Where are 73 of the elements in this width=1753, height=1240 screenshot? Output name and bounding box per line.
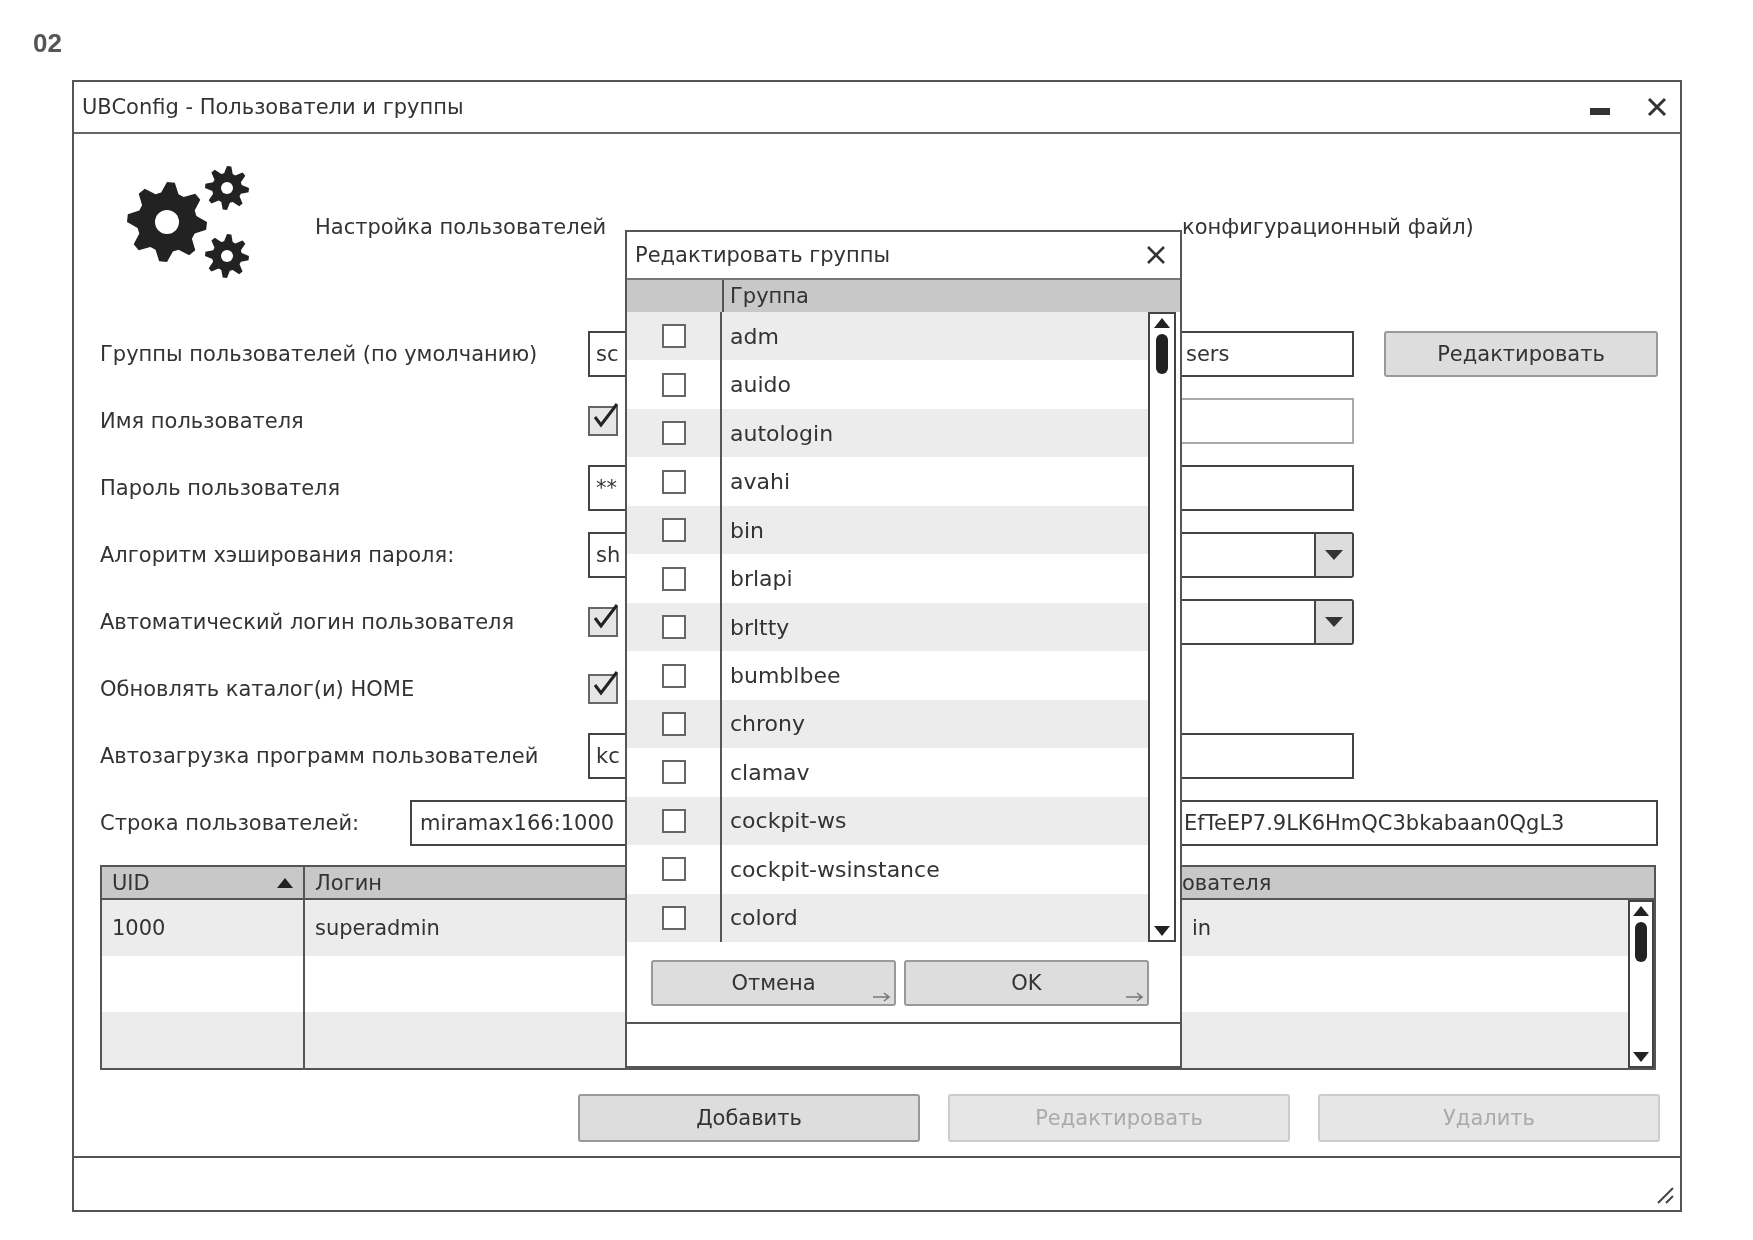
- checkbox[interactable]: [661, 905, 686, 930]
- table-cell: 1000: [102, 900, 305, 956]
- dialog-button[interactable]: OK: [904, 960, 1149, 1006]
- group-name: chrony: [729, 711, 806, 737]
- checkbox[interactable]: [661, 857, 686, 882]
- group-name: bin: [729, 517, 765, 543]
- field-label: Обновлять каталог(и) HOME: [100, 677, 416, 701]
- column-header[interactable]: Логин: [305, 867, 625, 898]
- description-text: Настройка пользователей: [315, 214, 608, 239]
- group-name: brltty: [729, 614, 790, 640]
- checkbox[interactable]: [661, 760, 686, 785]
- checkbox[interactable]: [661, 808, 686, 833]
- group-name: auido: [729, 372, 791, 398]
- input-field[interactable]: miramax166:1000: [410, 800, 625, 846]
- scroll-thumb[interactable]: [1156, 334, 1168, 374]
- close-icon[interactable]: [1646, 96, 1668, 118]
- dialog-title: Редактировать группы: [635, 243, 891, 267]
- table-cell-text: superadmin: [314, 915, 441, 942]
- checkbox[interactable]: [588, 674, 618, 704]
- checkbox[interactable]: [661, 615, 686, 640]
- scroll-down-icon[interactable]: [1633, 1052, 1649, 1062]
- column-header[interactable]: Группа: [724, 280, 809, 312]
- group-name: clamav: [729, 759, 810, 785]
- group-name: adm: [729, 323, 779, 349]
- group-name: cockpit-ws: [729, 808, 847, 834]
- caret-icon: [1325, 617, 1343, 627]
- group-name: brlapi: [729, 566, 793, 592]
- group-name: bumblbee: [729, 663, 841, 688]
- close-icon[interactable]: [1146, 245, 1166, 265]
- scrollbar[interactable]: [1628, 900, 1654, 1068]
- field-label: Пароль пользователя: [100, 476, 342, 500]
- arrow-icon: [872, 990, 892, 1002]
- scroll-thumb[interactable]: [1635, 922, 1647, 962]
- column-header[interactable]: UID: [102, 867, 305, 898]
- checkbox[interactable]: [661, 566, 686, 591]
- input-field[interactable]: EfTeEP7.9LK6HmQC3bkabaan0QgL3: [1182, 800, 1658, 846]
- field-label: Автозагрузка программ пользователей: [100, 744, 540, 768]
- field-label: Алгоритм хэширования пароля:: [100, 543, 456, 567]
- scroll-up-icon[interactable]: [1633, 906, 1649, 916]
- checkbox[interactable]: [588, 607, 618, 637]
- resize-grip-icon[interactable]: [1656, 1186, 1674, 1204]
- group-name: autologin: [729, 420, 834, 446]
- checkbox[interactable]: [661, 469, 686, 494]
- checkbox[interactable]: [661, 518, 686, 543]
- group-name: avahi: [729, 469, 791, 495]
- scroll-up-icon[interactable]: [1154, 318, 1170, 328]
- action-button[interactable]: Добавить: [578, 1094, 920, 1142]
- dropdown[interactable]: [1182, 532, 1354, 578]
- description-text: конфигурационный файл): [1182, 214, 1474, 239]
- dropdown[interactable]: [1182, 599, 1354, 645]
- table-cell-text: in: [1191, 915, 1213, 942]
- scroll-down-icon[interactable]: [1154, 926, 1170, 936]
- checkbox[interactable]: [661, 663, 686, 688]
- checkbox[interactable]: [661, 372, 686, 397]
- field-label: Автоматический логин пользователя: [100, 610, 516, 634]
- window-title: UBConfig - Пользователи и группы: [82, 95, 465, 119]
- page-number: 02: [33, 28, 62, 59]
- checkbox[interactable]: [661, 324, 686, 349]
- group-name: cockpit-wsinstance: [729, 856, 940, 882]
- group-name: colord: [729, 905, 798, 931]
- edit-button[interactable]: Редактировать: [1384, 331, 1658, 377]
- scrollbar[interactable]: [1148, 312, 1176, 942]
- checkbox[interactable]: [661, 712, 686, 736]
- field-label: Имя пользователя: [100, 409, 305, 433]
- checkbox[interactable]: [661, 421, 686, 446]
- dialog-button[interactable]: Отмена: [651, 960, 896, 1006]
- column-header[interactable]: ователя: [1182, 867, 1654, 898]
- minimize-icon[interactable]: [1590, 106, 1610, 116]
- field-label: Строка пользователей:: [100, 811, 361, 835]
- arrow-icon: [1125, 990, 1145, 1002]
- field-label: Группы пользователей (по умолчанию): [100, 342, 539, 366]
- caret-icon: [1325, 550, 1343, 560]
- sort-icon: [277, 877, 293, 888]
